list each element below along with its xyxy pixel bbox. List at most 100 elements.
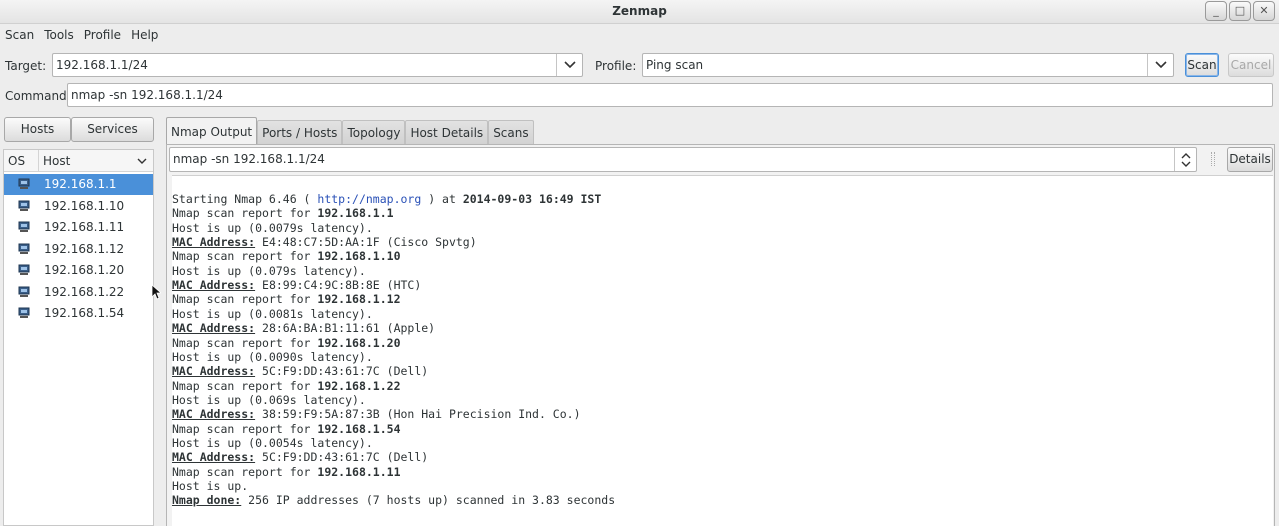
menu-bar: Scan Tools Profile Help bbox=[0, 25, 1279, 47]
host-row[interactable]: 192.168.1.12 bbox=[4, 239, 153, 260]
services-button[interactable]: Services bbox=[71, 117, 154, 142]
menu-profile[interactable]: Profile bbox=[79, 25, 126, 47]
output-line: Nmap scan report for 192.168.1.12 bbox=[172, 292, 401, 306]
command-value: nmap -sn 192.168.1.1/24 bbox=[71, 88, 223, 102]
command-input[interactable]: nmap -sn 192.168.1.1/24 bbox=[67, 83, 1273, 107]
output-line: Nmap scan report for 192.168.1.10 bbox=[172, 249, 401, 263]
host-ip: 192.168.1.12 bbox=[44, 241, 125, 256]
target-combo[interactable]: 192.168.1.1/24 bbox=[52, 53, 583, 77]
tab-nmap-output[interactable]: Nmap Output bbox=[166, 117, 258, 144]
host-ip: 192.168.1.20 bbox=[44, 263, 125, 277]
history-select-arrows[interactable] bbox=[1174, 148, 1196, 171]
output-line: Host is up (0.0090s latency). bbox=[172, 350, 373, 364]
host-list: OS Host 192.168.1.1 192.168.1.10 192.168.1… bbox=[3, 149, 154, 526]
output-segment: 192.168.1.1 bbox=[317, 206, 394, 221]
nmap-link[interactable]: http://nmap.org bbox=[317, 192, 421, 206]
profile-label: Profile: bbox=[595, 59, 637, 73]
menu-help[interactable]: Help bbox=[126, 25, 163, 47]
output-line: MAC Address: 38:59:F9:5A:87:3B (Hon Hai … bbox=[172, 407, 581, 421]
host-ip: 192.168.1.10 bbox=[44, 198, 125, 213]
os-generic-icon bbox=[18, 221, 30, 232]
output-segment: Host is up (0.0054s latency). bbox=[172, 435, 373, 450]
output-segment: Nmap scan report for bbox=[172, 421, 318, 436]
command-label: Command: bbox=[5, 89, 71, 103]
output-segment: 192.168.1.10 bbox=[317, 249, 401, 264]
output-segment: MAC Address: bbox=[172, 407, 256, 422]
minimize-button[interactable]: _ bbox=[1205, 1, 1227, 21]
tab-scans[interactable]: Scans bbox=[488, 120, 534, 144]
output-segment: Nmap scan report for bbox=[172, 249, 318, 264]
output-line: Host is up (0.079s latency). bbox=[172, 264, 366, 278]
up-down-arrows-icon bbox=[1181, 152, 1190, 167]
host-row[interactable]: 192.168.1.20 bbox=[4, 260, 153, 281]
maximize-button[interactable]: □ bbox=[1229, 1, 1251, 21]
output-segment: Starting Nmap 6.46 ( bbox=[172, 192, 318, 206]
output-segment: Host is up. bbox=[172, 479, 249, 493]
output-line: Nmap done: 256 IP addresses (7 hosts up)… bbox=[172, 493, 615, 507]
output-line: Host is up (0.0081s latency). bbox=[172, 307, 373, 321]
output-segment: Host is up (0.079s latency). bbox=[172, 263, 366, 278]
host-row[interactable]: 192.168.1.11 bbox=[4, 217, 153, 238]
output-line: Host is up. bbox=[172, 479, 248, 493]
output-line: MAC Address: 5C:F9:DD:43:61:7C (Dell) bbox=[172, 450, 428, 464]
host-row[interactable]: 192.168.1.10 bbox=[4, 196, 153, 217]
output-line: MAC Address: E4:48:C7:5D:AA:1F (Cisco Sp… bbox=[172, 235, 477, 249]
close-button[interactable]: ✕ bbox=[1253, 1, 1275, 21]
output-segment: Host is up (0.0090s latency). bbox=[172, 349, 373, 364]
output-segment: 192.168.1.11 bbox=[317, 464, 401, 479]
tab-topology[interactable]: Topology bbox=[342, 120, 406, 144]
host-ip: 192.168.1.1 bbox=[44, 177, 117, 191]
host-row[interactable]: 192.168.1.22 bbox=[4, 282, 153, 303]
command-history-select[interactable]: nmap -sn 192.168.1.1/24 bbox=[169, 147, 1197, 172]
details-button[interactable]: Details bbox=[1227, 147, 1273, 172]
output-segment: Nmap scan report for bbox=[172, 292, 318, 307]
column-host-label: Host bbox=[43, 154, 71, 168]
menu-scan[interactable]: Scan bbox=[0, 25, 39, 47]
output-line: Nmap scan report for 192.168.1.22 bbox=[172, 379, 401, 393]
tab-bar: Nmap Output Ports / Hosts Topology Host Det… bbox=[166, 117, 534, 144]
output-line: Host is up (0.0054s latency). bbox=[172, 436, 373, 450]
os-generic-icon bbox=[18, 243, 30, 254]
output-line: Nmap scan report for 192.168.1.1 bbox=[172, 206, 394, 220]
output-segment: 192.168.1.20 bbox=[317, 335, 401, 350]
output-line: Nmap scan report for 192.168.1.20 bbox=[172, 336, 401, 350]
column-os[interactable]: OS bbox=[4, 150, 39, 172]
output-segment: 5C:F9:DD:43:61:7C (Dell) bbox=[255, 364, 429, 379]
output-segment: Nmap done: bbox=[172, 493, 242, 508]
output-segment: MAC Address: bbox=[172, 235, 256, 250]
output-segment: 5C:F9:DD:43:61:7C (Dell) bbox=[255, 450, 429, 465]
scan-button[interactable]: Scan bbox=[1185, 53, 1219, 77]
target-input[interactable]: 192.168.1.1/24 bbox=[56, 58, 148, 72]
output-line: Starting Nmap 6.46 ( http://nmap.org ) a… bbox=[172, 192, 601, 206]
chevron-down-icon bbox=[137, 158, 147, 164]
tab-host-details[interactable]: Host Details bbox=[405, 120, 489, 144]
host-row[interactable]: 192.168.1.54 bbox=[4, 303, 153, 324]
output-segment: 192.168.1.54 bbox=[317, 421, 401, 436]
profile-combo[interactable]: Ping scan bbox=[642, 53, 1174, 77]
output-segment: E4:48:C7:5D:AA:1F (Cisco Spvtg) bbox=[255, 235, 477, 250]
output-line: Nmap scan report for 192.168.1.11 bbox=[172, 465, 401, 479]
column-host[interactable]: Host bbox=[39, 150, 153, 172]
hosts-button[interactable]: Hosts bbox=[4, 117, 71, 142]
output-segment: E8:99:C4:9C:8B:8E (HTC) bbox=[255, 278, 422, 293]
separator-handle bbox=[1211, 152, 1215, 166]
chevron-down-icon bbox=[563, 61, 576, 69]
output-segment: Host is up (0.0079s latency). bbox=[172, 220, 373, 235]
output-segment: Nmap scan report for bbox=[172, 335, 318, 350]
target-dropdown-button[interactable] bbox=[556, 54, 582, 76]
tab-ports-hosts[interactable]: Ports / Hosts bbox=[257, 120, 343, 144]
profile-value: Ping scan bbox=[646, 58, 704, 72]
output-segment: 2014-09-03 16:49 IST bbox=[462, 192, 602, 206]
output-segment: MAC Address: bbox=[172, 364, 256, 379]
output-segment: 256 IP addresses (7 hosts up) scanned in… bbox=[241, 493, 616, 508]
output-text-area[interactable]: Starting Nmap 6.46 ( http://nmap.org ) a… bbox=[172, 175, 1273, 526]
profile-dropdown-button[interactable] bbox=[1147, 54, 1173, 76]
cancel-button[interactable]: Cancel bbox=[1228, 53, 1274, 77]
host-row[interactable]: 192.168.1.1 bbox=[4, 174, 153, 195]
host-ip: 192.168.1.11 bbox=[44, 220, 125, 234]
menu-tools[interactable]: Tools bbox=[39, 25, 79, 47]
command-history-value: nmap -sn 192.168.1.1/24 bbox=[173, 152, 325, 166]
mouse-cursor-icon bbox=[151, 284, 161, 300]
nmap-output-panel: nmap -sn 192.168.1.1/24 Details Starting… bbox=[166, 144, 1275, 526]
output-segment: ) at bbox=[421, 192, 463, 206]
